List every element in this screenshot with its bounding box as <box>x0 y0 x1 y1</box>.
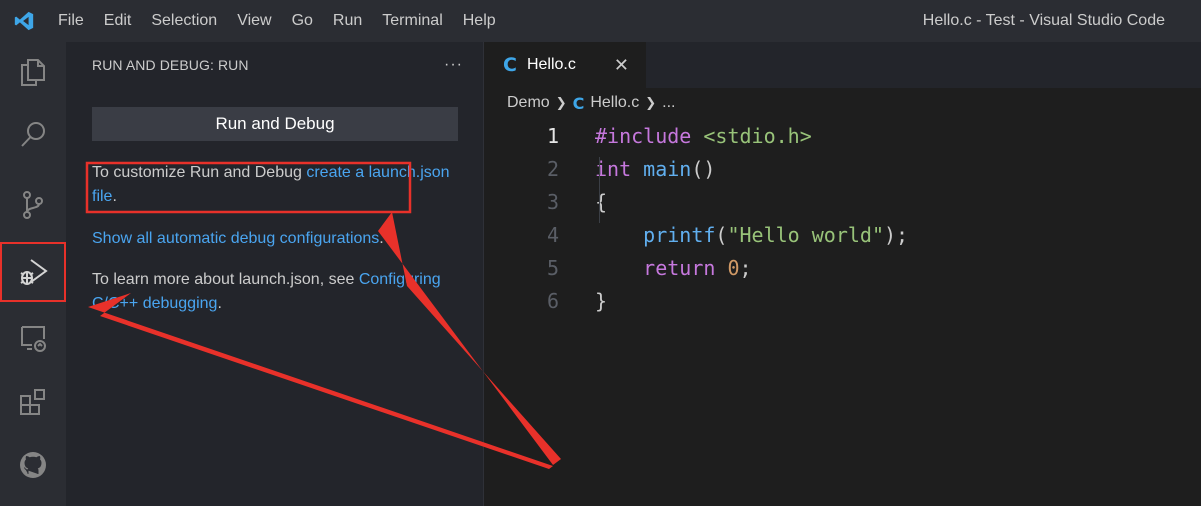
learn-more-end: . <box>217 295 222 312</box>
code-token: ( <box>715 223 728 247</box>
code-token: () <box>691 157 716 181</box>
code-line[interactable]: 3{ <box>485 186 1201 219</box>
breadcrumb: Demo ❯ C Hello.c ❯ ... <box>485 88 1201 118</box>
code-token: ); <box>884 223 909 247</box>
close-icon[interactable]: ✕ <box>614 55 629 76</box>
more-actions-icon[interactable]: ··· <box>444 56 463 74</box>
vscode-logo-icon <box>0 0 48 42</box>
code-token: 0 <box>727 256 740 280</box>
code-text: printf("Hello world"); <box>595 219 908 252</box>
breadcrumb-file[interactable]: Hello.c <box>590 94 639 112</box>
breadcrumb-symbols[interactable]: ... <box>662 94 675 112</box>
code-line[interactable]: 1 #include <stdio.h> <box>485 120 1201 153</box>
code-line[interactable]: 4 printf("Hello world"); <box>485 219 1201 252</box>
code-editor[interactable]: 1 #include <stdio.h> 2 int main() 3{4 printf… <box>485 120 1201 318</box>
sidebar-title: RUN AND DEBUG: RUN <box>92 57 249 73</box>
run-and-debug-button[interactable]: Run and Debug <box>92 107 458 141</box>
code-token: main <box>643 157 692 181</box>
menu-bar: File Edit Selection View Go Run Terminal… <box>48 0 506 42</box>
menu-view[interactable]: View <box>227 0 281 42</box>
line-number: 6 <box>546 289 559 313</box>
editor-area: C Hello.c ✕ Demo ❯ C Hello.c ❯ ... 1 #inc… <box>485 42 1201 506</box>
learn-more-prefix: To learn more about launch.json, see <box>92 271 359 288</box>
code-text: int main() <box>595 153 715 186</box>
activity-run-debug[interactable] <box>0 242 66 302</box>
menu-selection[interactable]: Selection <box>141 0 227 42</box>
github-icon <box>20 452 46 478</box>
breadcrumb-folder[interactable]: Demo <box>507 94 550 112</box>
customize-run-debug-text: To customize Run and Debug create a laun… <box>92 161 462 209</box>
code-text: return 0; <box>595 252 752 285</box>
code-token: <stdio.h> <box>703 124 812 148</box>
indent-guide <box>599 157 600 223</box>
extensions-icon <box>20 389 45 415</box>
activity-source-control[interactable] <box>0 175 66 235</box>
code-text: } <box>595 285 607 318</box>
learn-more-text: To learn more about launch.json, see Con… <box>92 268 462 316</box>
c-file-icon: C <box>503 54 517 76</box>
show-configurations-end: . <box>379 230 384 247</box>
code-line[interactable]: 5 return 0; <box>485 252 1201 285</box>
menu-file[interactable]: File <box>48 0 94 42</box>
customize-text-end: . <box>112 188 117 205</box>
activity-explorer[interactable] <box>0 42 66 102</box>
code-token: ; <box>739 256 752 280</box>
code-token: #include <box>595 124 692 148</box>
code-token: printf <box>643 223 716 247</box>
menu-terminal[interactable]: Terminal <box>372 0 452 42</box>
search-icon <box>21 122 45 147</box>
title-bar: File Edit Selection View Go Run Terminal… <box>0 0 1201 42</box>
activity-bar <box>0 42 66 506</box>
tab-hello-c[interactable]: C Hello.c ✕ <box>485 42 646 88</box>
code-token: } <box>595 289 608 313</box>
menu-go[interactable]: Go <box>282 0 323 42</box>
remote-explorer-icon <box>21 326 46 352</box>
explorer-icon <box>21 59 45 86</box>
code-token: "Hello world" <box>727 223 885 247</box>
code-line[interactable]: 6} <box>485 285 1201 318</box>
code-text: #include <stdio.h> <box>595 120 812 153</box>
c-file-icon: C <box>572 93 585 113</box>
code-line[interactable]: 2 int main() <box>485 153 1201 186</box>
code-text: { <box>595 186 607 219</box>
source-control-icon <box>23 191 43 219</box>
line-number: 4 <box>546 223 559 247</box>
activity-search[interactable] <box>0 105 66 165</box>
line-number: 5 <box>546 256 559 280</box>
code-token: int <box>595 157 632 181</box>
window-title: Hello.c - Test - Visual Studio Code <box>922 12 1165 29</box>
chevron-right-icon: ❯ <box>555 95 567 110</box>
show-configurations-text: Show all automatic debug configurations. <box>92 227 462 251</box>
activity-github[interactable] <box>0 435 66 495</box>
line-number: 2 <box>546 157 559 181</box>
line-number: 1 <box>546 124 559 148</box>
show-debug-configurations-link[interactable]: Show all automatic debug configurations <box>92 230 379 247</box>
menu-help[interactable]: Help <box>453 0 506 42</box>
activity-remote-explorer[interactable] <box>0 308 66 368</box>
run-debug-icon <box>20 259 48 285</box>
code-token: { <box>595 190 608 214</box>
editor-tabs: C Hello.c ✕ <box>485 42 1201 88</box>
tab-label: Hello.c <box>526 56 576 73</box>
menu-edit[interactable]: Edit <box>94 0 142 42</box>
sidebar-header: RUN AND DEBUG: RUN ··· <box>66 42 483 88</box>
line-number: 3 <box>546 190 559 214</box>
chevron-right-icon: ❯ <box>645 95 657 110</box>
customize-text: To customize Run and Debug <box>92 164 307 181</box>
activity-extensions[interactable] <box>0 372 66 432</box>
menu-run[interactable]: Run <box>323 0 372 42</box>
run-debug-sidebar: RUN AND DEBUG: RUN ··· Run and Debug To … <box>66 42 484 506</box>
code-token: return <box>643 256 716 280</box>
